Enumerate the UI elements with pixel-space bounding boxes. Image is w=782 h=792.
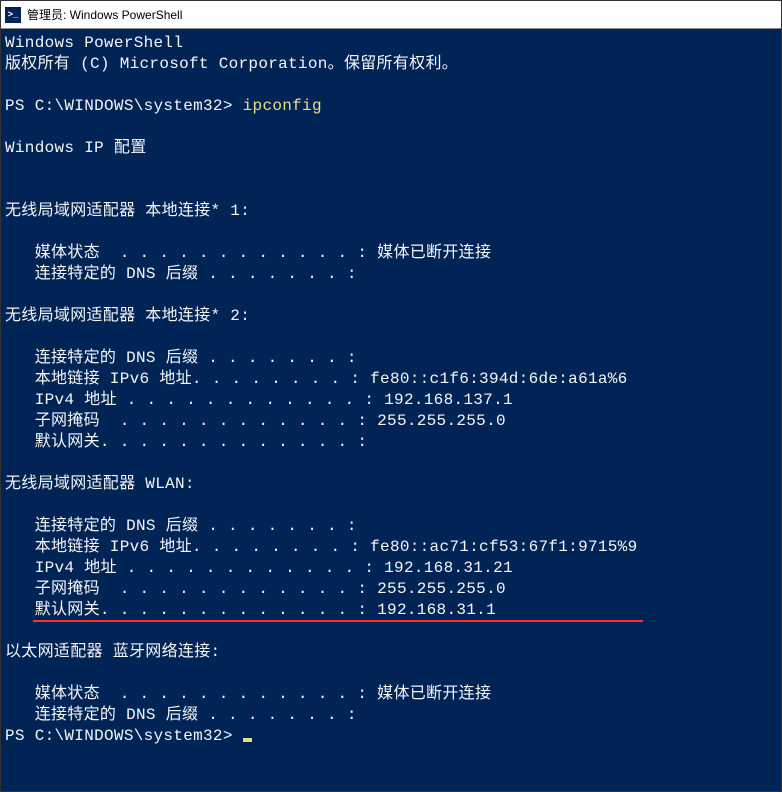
command-text: ipconfig [243,97,322,115]
output-line: 子网掩码 . . . . . . . . . . . . : 255.255.2… [5,411,777,432]
blank-line [5,75,777,96]
output-line: IPv4 地址 . . . . . . . . . . . . : 192.16… [5,390,777,411]
output-line: Windows IP 配置 [5,138,777,159]
powershell-icon-glyph: >_ [8,10,19,20]
output-line: 本地链接 IPv6 地址. . . . . . . . : fe80::c1f6… [5,369,777,390]
output-line: 媒体状态 . . . . . . . . . . . . : 媒体已断开连接 [5,684,777,705]
powershell-window: >_ 管理员: Windows PowerShell Windows Power… [0,0,782,792]
blank-line [5,180,777,201]
adapter-title: 无线局域网适配器 WLAN: [5,474,777,495]
blank-line [5,663,777,684]
blank-line [5,453,777,474]
adapter-title: 以太网适配器 蓝牙网络连接: [5,642,777,663]
blank-line [5,222,777,243]
blank-line [5,117,777,138]
output-line: 默认网关. . . . . . . . . . . . . : [5,432,777,453]
adapter-title: 无线局域网适配器 本地连接* 1: [5,201,777,222]
output-line: Windows PowerShell [5,33,777,54]
output-line: 媒体状态 . . . . . . . . . . . . : 媒体已断开连接 [5,243,777,264]
output-line: 连接特定的 DNS 后缀 . . . . . . . : [5,264,777,285]
terminal-output[interactable]: Windows PowerShell版权所有 (C) Microsoft Cor… [1,29,781,791]
output-line: IPv4 地址 . . . . . . . . . . . . : 192.16… [5,558,777,579]
default-gateway-line: 默认网关. . . . . . . . . . . . . : 192.168.… [5,600,496,621]
output-line: 连接特定的 DNS 后缀 . . . . . . . : [5,705,777,726]
prompt-line[interactable]: PS C:\WINDOWS\system32> [5,726,777,747]
powershell-icon: >_ [5,7,21,23]
cursor [243,738,252,742]
prompt-path: PS C:\WINDOWS\system32> [5,97,243,115]
highlight-underline [33,620,643,622]
gateway-text: 默认网关. . . . . . . . . . . . . : 192.168.… [5,601,496,619]
window-title: 管理员: Windows PowerShell [27,6,182,23]
blank-line [5,159,777,180]
blank-line [5,285,777,306]
blank-line [5,495,777,516]
blank-line [5,621,777,642]
adapter-title: 无线局域网适配器 本地连接* 2: [5,306,777,327]
output-line: 版权所有 (C) Microsoft Corporation。保留所有权利。 [5,54,777,75]
output-line: 连接特定的 DNS 后缀 . . . . . . . : [5,516,777,537]
prompt-line: PS C:\WINDOWS\system32> ipconfig [5,96,777,117]
output-line: 本地链接 IPv6 地址. . . . . . . . : fe80::ac71… [5,537,777,558]
prompt-path: PS C:\WINDOWS\system32> [5,727,243,745]
output-line: 子网掩码 . . . . . . . . . . . . : 255.255.2… [5,579,777,600]
blank-line [5,327,777,348]
output-line: 连接特定的 DNS 后缀 . . . . . . . : [5,348,777,369]
titlebar[interactable]: >_ 管理员: Windows PowerShell [1,1,781,29]
